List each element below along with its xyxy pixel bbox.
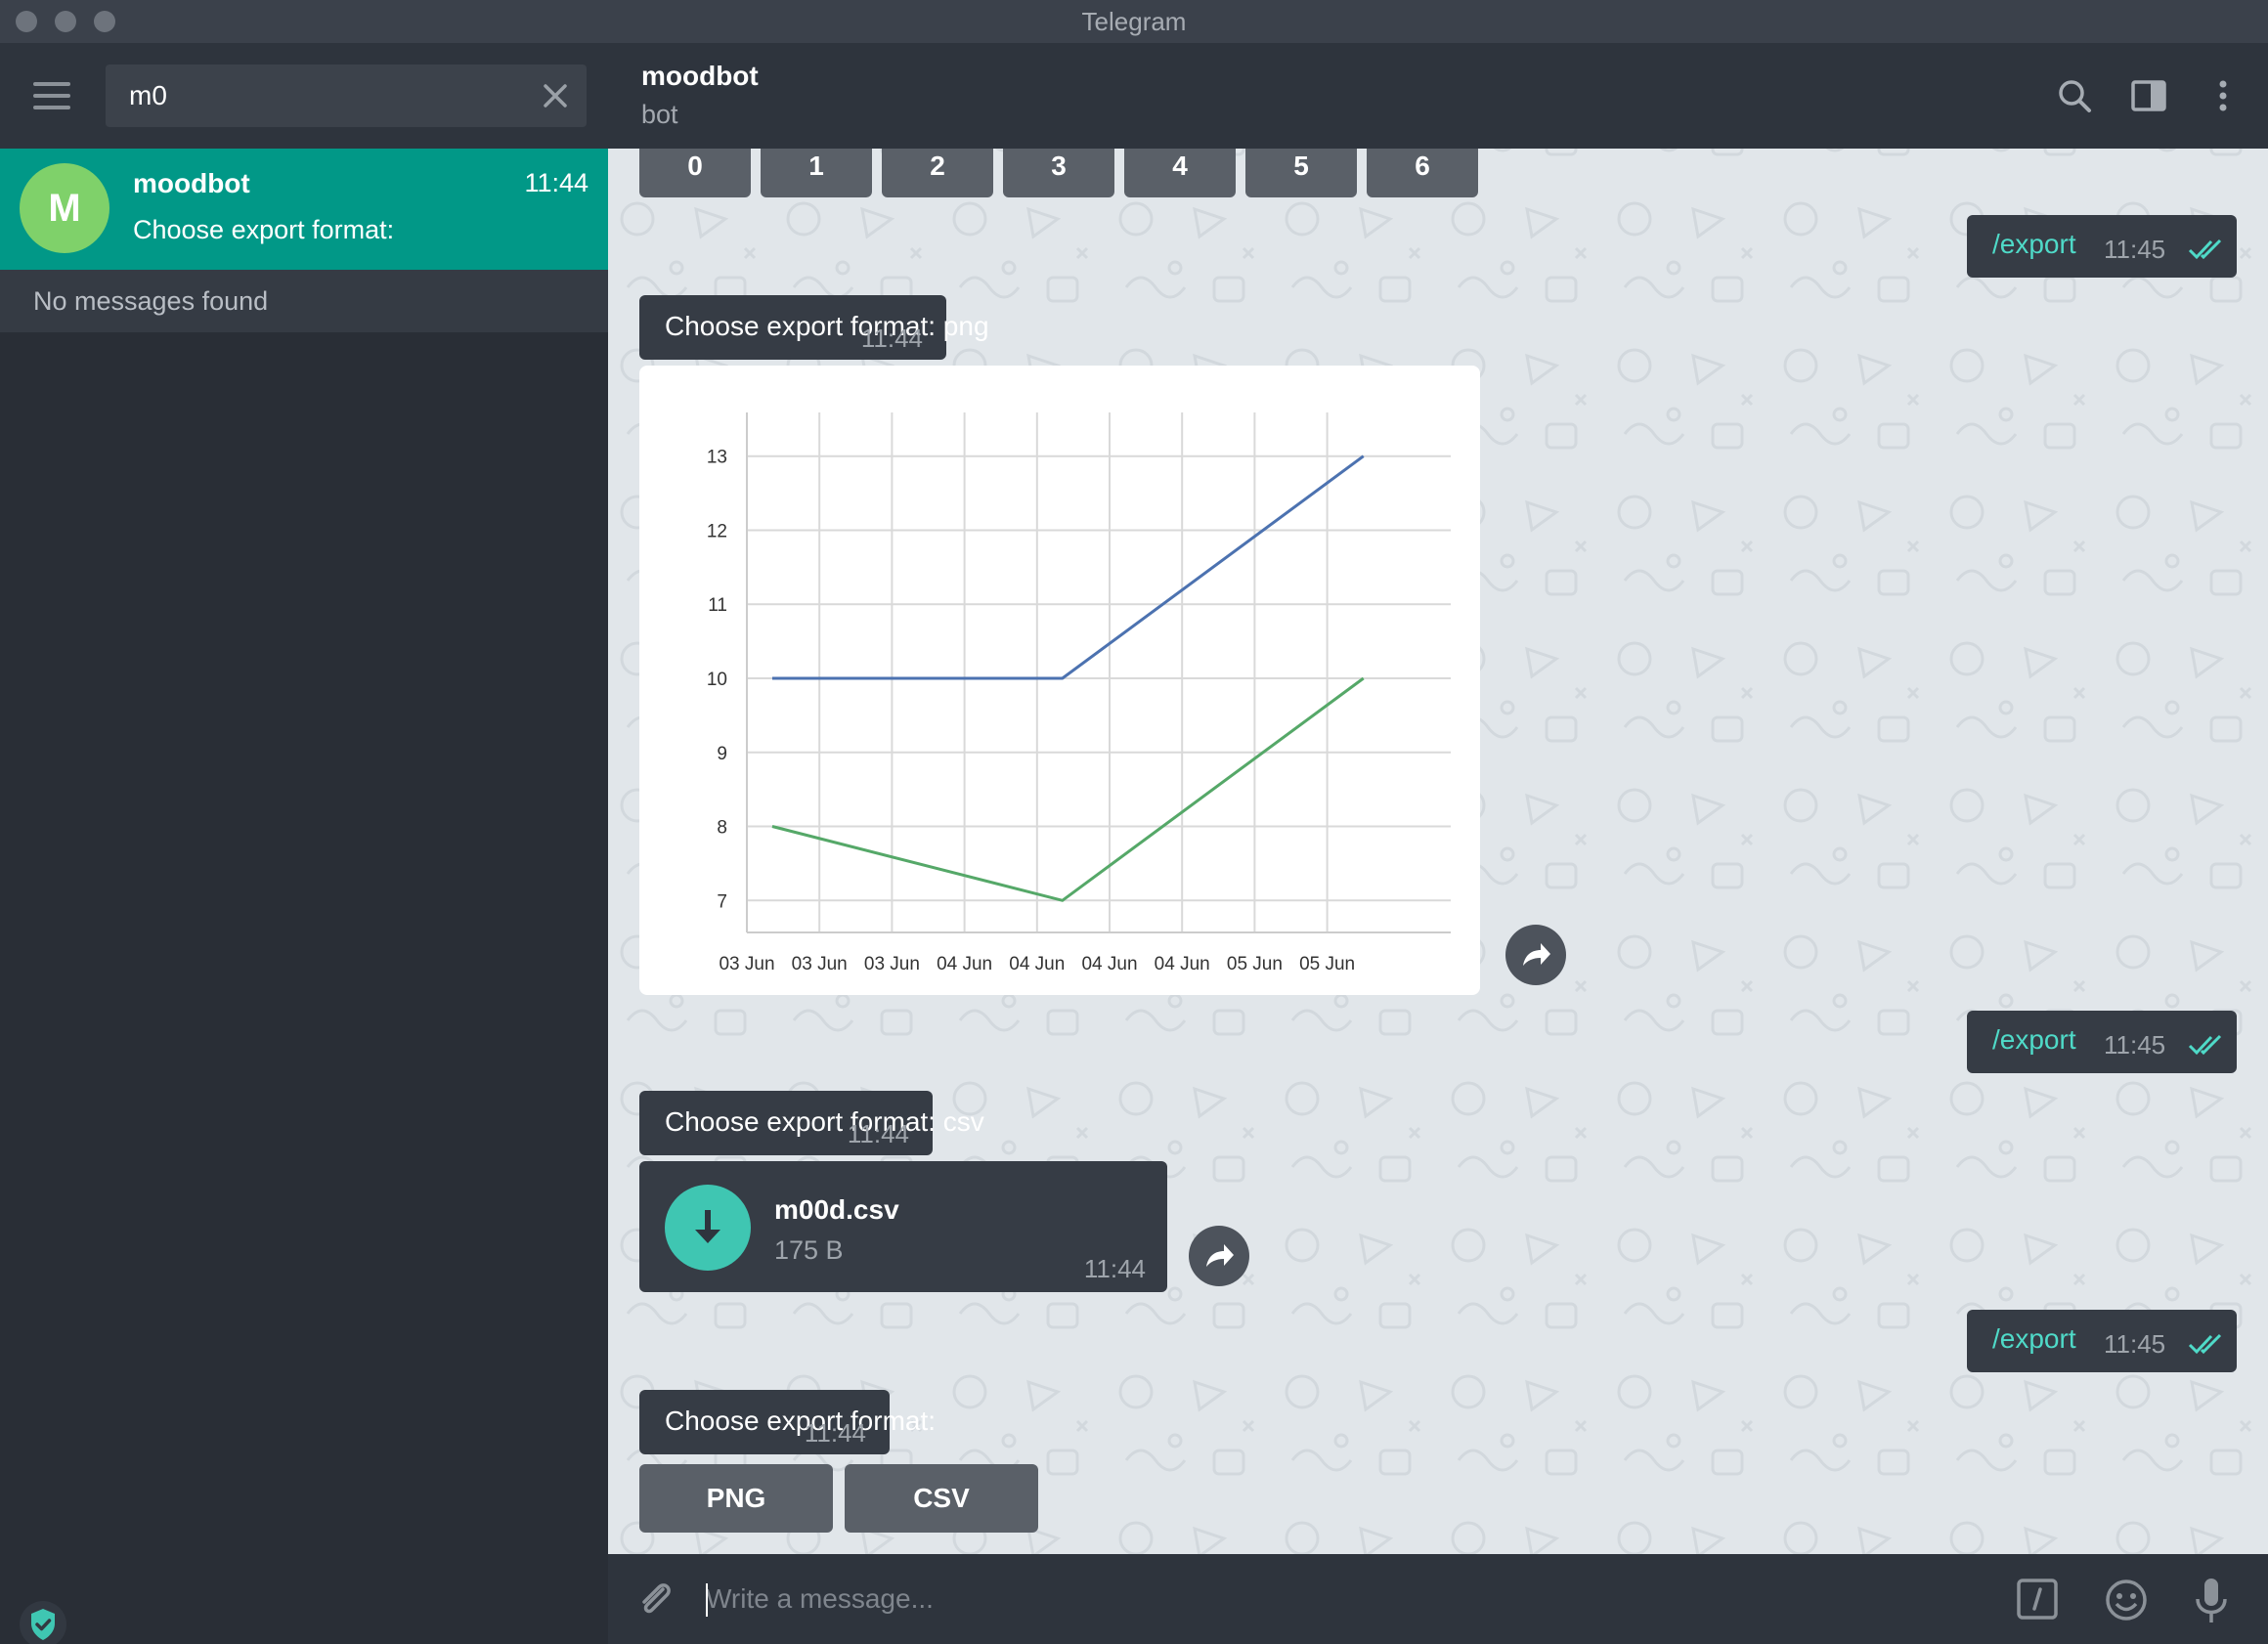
y-tick-label: 8 (717, 818, 727, 839)
x-tick-label: 03 Jun (719, 954, 774, 974)
download-icon (695, 1210, 720, 1243)
file-name[interactable]: m00d.csv (774, 1194, 899, 1226)
keyboard-button-0[interactable]: 0 (639, 149, 751, 197)
keyboard-button-3[interactable]: 3 (1003, 149, 1114, 197)
message-time: 11:44 (847, 1119, 909, 1148)
bot-commands-icon[interactable] (2016, 1578, 2059, 1621)
message-input[interactable] (706, 1570, 1879, 1628)
x-tick-label: 05 Jun (1299, 954, 1355, 974)
composer-bar (608, 1554, 2268, 1644)
line-chart: 7 8 9 10 11 12 13 03 Jun 03 Jun 03 Jun 04 Jun 04 Ju… (707, 412, 1451, 974)
download-button[interactable] (665, 1185, 751, 1271)
outgoing-message[interactable]: /export 11:45 (1967, 215, 2237, 278)
incoming-message[interactable]: Choose export format: 11:44 (639, 1390, 936, 1454)
forward-icon (1206, 1244, 1234, 1267)
double-check-icon (2188, 238, 2222, 260)
double-check-icon (2188, 1034, 2222, 1056)
search-box (106, 65, 587, 127)
chat-header: moodbot bot (608, 43, 2268, 149)
message-time: 11:44 (860, 324, 923, 353)
message-text: Choose export format: csv (665, 1106, 984, 1137)
y-tick-label: 13 (707, 448, 727, 468)
title-bar: Telegram (0, 0, 2268, 43)
keyboard-button-4[interactable]: 4 (1124, 149, 1236, 197)
shield-icon[interactable] (20, 1601, 66, 1644)
outgoing-message[interactable]: /export 11:45 (1967, 1310, 2237, 1372)
no-messages-label: No messages found (0, 270, 608, 332)
y-tick-label: 7 (717, 891, 727, 912)
chat-time: 11:44 (524, 168, 589, 197)
x-tick-label: 04 Jun (1009, 954, 1065, 974)
sidebar-toggle-icon[interactable] (2129, 76, 2168, 115)
x-tick-label: 05 Jun (1227, 954, 1283, 974)
attach-icon[interactable] (632, 1576, 678, 1622)
message-time: 11:45 (2104, 235, 2166, 264)
y-tick-label: 10 (707, 670, 727, 690)
sidebar-header (0, 43, 608, 149)
search-icon[interactable] (2055, 76, 2094, 115)
keyboard-button-png[interactable]: PNG (639, 1464, 833, 1533)
x-tick-label: 04 Jun (1155, 954, 1210, 974)
window-title: Telegram (1081, 7, 1187, 36)
search-input[interactable] (129, 65, 520, 127)
message-time: 11:45 (2104, 1329, 2166, 1359)
clear-search-icon[interactable] (538, 78, 573, 113)
incoming-message[interactable]: Choose export format: png 11:44 (639, 295, 989, 360)
incoming-message[interactable]: Choose export format: csv 11:44 (639, 1091, 984, 1155)
command-link[interactable]: /export (1992, 1024, 2076, 1056)
chat-name: moodbot (133, 168, 250, 198)
double-check-icon (2188, 1333, 2222, 1355)
chat-area: moodbot bot 0 1 2 3 4 5 6 /export 11:45 … (608, 43, 2268, 1644)
outgoing-message[interactable]: /export 11:45 (1967, 1011, 2237, 1073)
message-text: Choose export format: png (665, 311, 989, 341)
text-caret (706, 1583, 708, 1617)
file-message[interactable]: m00d.csv 175 B 11:44 (639, 1161, 1167, 1292)
message-time: 11:44 (804, 1418, 866, 1448)
y-tick-label: 9 (717, 744, 727, 764)
forward-icon (1523, 943, 1550, 966)
message-time: 11:45 (2104, 1030, 2166, 1060)
keyboard-button-5[interactable]: 5 (1245, 149, 1357, 197)
chat-preview: Choose export format: (133, 215, 395, 244)
keyboard-button-6[interactable]: 6 (1367, 149, 1478, 197)
x-tick-label: 03 Jun (864, 954, 920, 974)
command-link[interactable]: /export (1992, 229, 2076, 260)
keyboard-button-2[interactable]: 2 (882, 149, 993, 197)
y-tick-label: 12 (707, 521, 727, 541)
forward-button[interactable] (1189, 1226, 1249, 1286)
forward-button[interactable] (1505, 925, 1566, 985)
peer-status: bot (641, 100, 678, 129)
y-tick-label: 11 (708, 595, 727, 616)
keyboard-button-csv[interactable]: CSV (845, 1464, 1038, 1533)
more-options-icon[interactable] (2203, 76, 2243, 115)
chart-image-message[interactable]: 7 8 9 10 11 12 13 03 Jun 03 Jun 03 Jun 04 Jun 04 Ju… (639, 366, 1480, 995)
chat-list-item-moodbot[interactable]: M moodbot 11:44 Choose export format: (0, 149, 608, 270)
menu-icon[interactable] (33, 82, 70, 109)
avatar: M (20, 163, 109, 253)
emoji-icon[interactable] (2104, 1578, 2149, 1622)
sidebar: M moodbot 11:44 Choose export format: No… (0, 43, 608, 1644)
microphone-icon[interactable] (2192, 1576, 2231, 1624)
keyboard-button-1[interactable]: 1 (761, 149, 872, 197)
command-link[interactable]: /export (1992, 1323, 2076, 1355)
series-line-1 (771, 454, 1365, 680)
x-tick-label: 04 Jun (937, 954, 992, 974)
message-time: 11:44 (1083, 1254, 1146, 1283)
message-text: Choose export format: (665, 1406, 937, 1436)
x-tick-label: 04 Jun (1081, 954, 1137, 974)
series-line-2 (771, 676, 1365, 902)
file-size: 175 B (774, 1235, 844, 1265)
x-tick-label: 03 Jun (792, 954, 848, 974)
peer-name[interactable]: moodbot (641, 61, 759, 92)
